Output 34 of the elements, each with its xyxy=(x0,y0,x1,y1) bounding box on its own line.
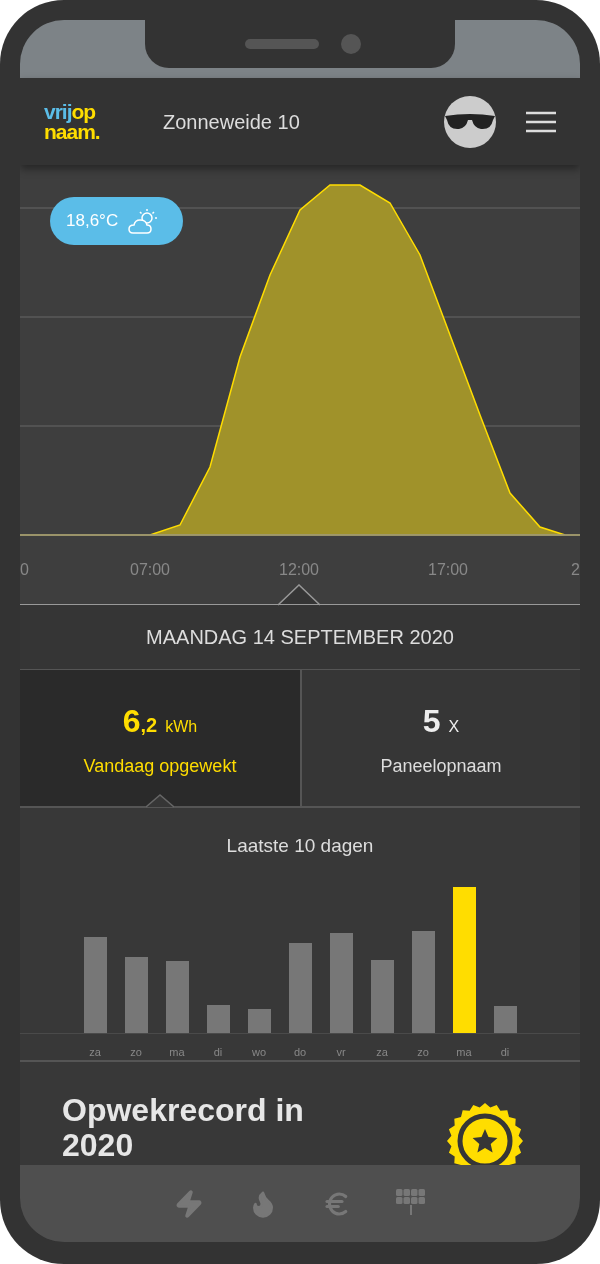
stat-value: 5 X xyxy=(422,701,460,741)
camera-lens xyxy=(341,34,361,54)
time-tick-label: 12:00 xyxy=(279,560,319,580)
stat-tile[interactable]: 6,2 kWh Vandaag opgewekt xyxy=(20,670,300,806)
day-label: zo xyxy=(129,1044,143,1060)
day-label: do xyxy=(292,1044,308,1060)
day-label: zo xyxy=(416,1044,430,1060)
time-tick-label: 07:00 xyxy=(130,560,170,580)
date-label: MAANDAG 14 SEPTEMBER 2020 xyxy=(146,625,454,650)
solar-panel-icon[interactable] xyxy=(396,1189,426,1217)
logo[interactable]: vrijop naam. xyxy=(44,101,114,142)
location-title: Zonneweide 10 xyxy=(163,109,300,135)
record-title: Opwekrecord in 2020 xyxy=(62,1093,305,1163)
day-label: di xyxy=(499,1044,511,1060)
temperature: 18,6°C xyxy=(66,210,119,233)
day-label: di xyxy=(212,1044,224,1060)
day-label: ma xyxy=(455,1044,473,1060)
stat-label: Paneelopnaam xyxy=(380,754,502,778)
day-label: wo xyxy=(250,1044,268,1060)
day-label: za xyxy=(375,1044,389,1060)
menu-icon[interactable] xyxy=(526,110,556,133)
history-title: Laatste 10 dagen xyxy=(225,834,375,858)
lightning-icon[interactable] xyxy=(174,1189,204,1219)
day-label: ma xyxy=(168,1044,186,1060)
cloud-sun-icon xyxy=(128,207,159,235)
time-tick-label: 17:00 xyxy=(428,560,468,580)
history-bar[interactable] xyxy=(452,886,476,1033)
time-tick-label: 2 xyxy=(571,560,580,580)
sunglasses-avatar-icon[interactable] xyxy=(444,95,496,148)
day-label: vr xyxy=(335,1044,347,1060)
day-label: za xyxy=(88,1044,102,1060)
stat-label: Vandaag opgewekt xyxy=(83,754,237,778)
stat-value: 6,2 kWh xyxy=(122,701,198,741)
time-tick-label: 0 xyxy=(20,560,29,580)
